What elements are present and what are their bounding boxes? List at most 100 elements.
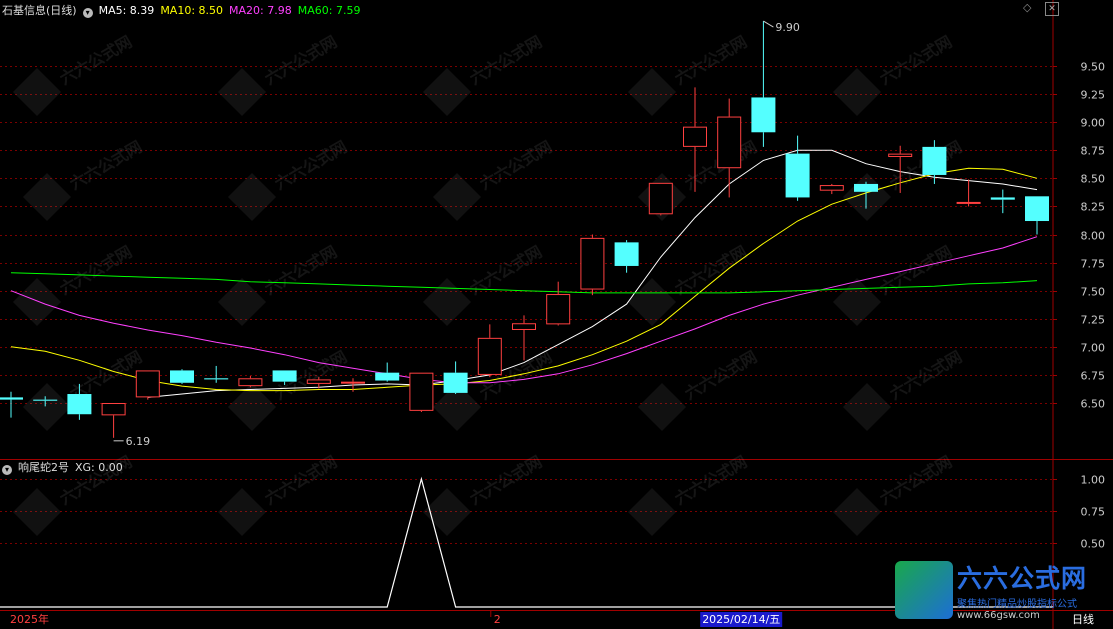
candle[interactable]: [819, 183, 844, 195]
x-label-month: 2: [494, 613, 501, 626]
watermark-text: 六六公式网: [682, 347, 761, 403]
watermark-tile: 六六公式网: [832, 452, 955, 537]
candle-body-up: [580, 237, 605, 290]
watermark-diamond-icon: [12, 277, 62, 327]
candle-body-down: [443, 372, 468, 393]
logo-url: www.66gsw.com: [957, 610, 1040, 621]
watermark-text: 六六公式网: [672, 32, 751, 88]
watermark-text: 六六公式网: [57, 242, 136, 298]
candle[interactable]: [546, 281, 571, 326]
logo-title: 六六公式网: [957, 564, 1088, 593]
watermark-diamond-icon: [842, 172, 892, 222]
watermark-text: 六六公式网: [262, 452, 341, 508]
watermark-diamond-icon: [22, 172, 72, 222]
watermark-diamond-icon: [12, 487, 62, 537]
candle-body-down: [854, 183, 878, 192]
candle-body-down: [33, 399, 58, 401]
price-tick-label: 9.25: [1081, 89, 1106, 102]
candle[interactable]: [614, 240, 639, 273]
watermark-diamond-icon: [22, 382, 72, 432]
cursor-date-label: 2025/02/14/五: [702, 613, 780, 626]
watermark-tile: 六六公式网: [22, 347, 145, 432]
watermark-tile: 六六公式网: [422, 242, 545, 327]
price-tick-label: 8.25: [1081, 201, 1106, 214]
ma10-label: MA10: 8.50: [160, 4, 224, 17]
close-panel-icon[interactable]: ✕: [1045, 2, 1059, 16]
candle[interactable]: [170, 369, 194, 384]
candle[interactable]: [0, 391, 23, 418]
watermark-diamond-icon: [832, 487, 882, 537]
price-tick-label: 9.00: [1081, 117, 1106, 130]
dropdown-icon[interactable]: ▾: [2, 465, 12, 475]
price-tick-label: 7.25: [1081, 314, 1106, 327]
candle[interactable]: [580, 234, 605, 296]
watermark-text: 六六公式网: [467, 32, 546, 88]
candle[interactable]: [409, 372, 434, 412]
candle[interactable]: [648, 182, 673, 216]
indicator-name[interactable]: 响尾蛇2号: [18, 461, 69, 474]
low-price-label: 6.19: [126, 435, 151, 448]
candle[interactable]: [101, 403, 126, 438]
watermark-text: 六六公式网: [57, 32, 136, 88]
watermark-tile: 六六公式网: [422, 32, 546, 117]
ma20-label: MA20: 7.98: [229, 4, 292, 17]
watermark-diamond-icon: [832, 67, 882, 117]
watermark-tile: 六六公式网: [432, 137, 556, 222]
watermark-text: 六六公式网: [477, 137, 556, 193]
dropdown-icon[interactable]: ▾: [82, 8, 93, 18]
candle[interactable]: [785, 135, 810, 201]
candle-body-down: [67, 394, 92, 415]
watermark-text: 六六公式网: [467, 452, 546, 508]
logo-mark-icon: [895, 561, 953, 619]
watermark-diamond-icon: [637, 382, 687, 432]
diamond-icon[interactable]: ◇: [1023, 1, 1031, 14]
indicator-tick-label: 0.75: [1081, 506, 1106, 519]
watermark-tile: 六六公式网: [832, 32, 955, 117]
candle-body-up: [341, 381, 365, 384]
candle-body-up: [683, 126, 707, 147]
watermark-diamond-icon: [422, 277, 472, 327]
stock-name[interactable]: 石基信息(日线): [2, 4, 77, 17]
high-marker-line: [763, 20, 774, 28]
candle-body-up: [717, 116, 742, 169]
price-tick-label: 9.50: [1081, 61, 1106, 74]
candle[interactable]: [956, 179, 981, 207]
candle-body-down: [0, 397, 23, 400]
watermark-tile: 六六公式网: [842, 137, 965, 222]
price-tick-label: 7.50: [1081, 286, 1106, 299]
watermark-tile: 六六公式网: [12, 32, 136, 117]
watermark-diamond-icon: [842, 382, 892, 432]
candle[interactable]: [238, 376, 263, 388]
candle[interactable]: [477, 324, 502, 378]
candle[interactable]: [717, 98, 742, 198]
candle-body-down: [990, 197, 1015, 200]
logo-slogan: 聚焦热门精品炒股指标公式: [957, 599, 1077, 610]
ma60-label: MA60: 7.59: [297, 4, 361, 17]
ma5-label: MA5: 8.39: [98, 4, 155, 17]
price-tick-label: 6.75: [1081, 370, 1106, 383]
candle[interactable]: [512, 315, 536, 361]
candle-body-down: [614, 242, 639, 266]
chart-canvas[interactable]: 六六公式网 六六公式网 六六公式网 六六公式网 六六公式网六六公式网 六六公式网 六六公式网…: [0, 0, 1113, 629]
candle-body-down: [751, 97, 776, 133]
candle[interactable]: [1025, 196, 1049, 235]
candle-body-up: [956, 201, 981, 204]
price-tick-label: 6.50: [1081, 398, 1106, 411]
candle-body-down: [785, 153, 810, 198]
indicator-header: ▾ 响尾蛇2号 XG: 0.00: [2, 459, 129, 475]
candle[interactable]: [751, 21, 776, 147]
watermark-tile: 六六公式网: [422, 452, 546, 537]
candle[interactable]: [990, 189, 1015, 214]
watermark-tile: 六六公式网: [627, 452, 750, 537]
indicator-tick-label: 0.50: [1081, 538, 1106, 551]
watermark-tile: 六六公式网: [832, 242, 955, 327]
candle[interactable]: [204, 365, 229, 383]
candle-body-down: [922, 146, 947, 175]
x-label-year: 2025年: [10, 612, 49, 626]
candle-body-down: [272, 370, 297, 382]
candle[interactable]: [443, 361, 468, 395]
watermark-diamond-icon: [217, 67, 267, 117]
watermark-diamond-icon: [227, 172, 277, 222]
candle[interactable]: [135, 370, 160, 400]
candle-body-up: [888, 153, 913, 157]
